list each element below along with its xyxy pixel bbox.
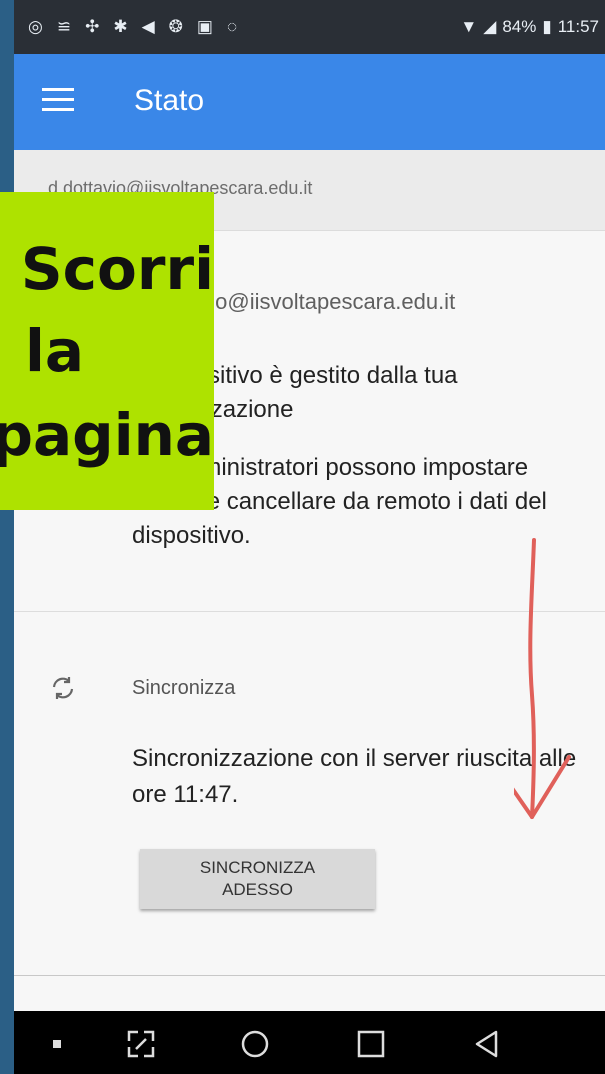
back-icon[interactable]: [472, 1029, 502, 1059]
gallery-icon: ▣: [196, 17, 213, 36]
sync-button-label-line1: SINCRONIZZA: [199, 858, 316, 877]
scroll-hint-overlay: Scorri la pagina: [0, 192, 214, 510]
sync-button-label-line2: ADESSO: [222, 880, 293, 899]
page-title: Stato: [134, 84, 205, 117]
telegram-icon: ◀: [141, 17, 155, 36]
screenshot-icon[interactable]: [126, 1029, 156, 1059]
status-bar: ◎ ≌ ✣ ✱ ◀ ❂ ▣ ◌ ▼ ◢ 84% ▮ 11:57: [14, 0, 605, 54]
clock: 11:57: [557, 17, 599, 36]
app-icon: ◌: [226, 17, 238, 36]
overlay-text-line2: la: [24, 317, 84, 385]
signal-icon: ◢: [483, 17, 497, 36]
menu-icon[interactable]: [42, 88, 74, 114]
home-icon[interactable]: [240, 1029, 270, 1059]
notification-icons: ◎ ≌ ✣ ✱ ◀ ❂ ▣ ◌: [28, 17, 237, 37]
divider: [14, 975, 605, 976]
sync-icon: [52, 677, 74, 699]
app-icon: ❂: [168, 17, 183, 36]
overlay-text-line1: Scorri: [20, 235, 214, 303]
system-status: ▼ ◢ 84% ▮ 11:57: [460, 17, 599, 37]
wifi-icon: ▼: [460, 17, 478, 36]
sync-heading: Sincronizza: [132, 677, 236, 699]
whatsapp-icon: ◎: [28, 17, 43, 36]
navigation-bar: [14, 1011, 605, 1074]
app-icon: ✣: [85, 17, 100, 36]
phone-screen: ◎ ≌ ✣ ✱ ◀ ❂ ▣ ◌ ▼ ◢ 84% ▮ 11:57 Stato d.…: [14, 0, 605, 1074]
scroll-down-arrow-annotation: [514, 538, 571, 819]
messages-icon: ≌: [56, 17, 72, 36]
sync-now-button[interactable]: SINCRONIZZA ADESSO: [140, 849, 375, 909]
overlay-text-line3: pagina: [0, 401, 214, 469]
dot-icon[interactable]: [52, 1039, 62, 1049]
app-icon: ✱: [113, 17, 128, 36]
recents-icon[interactable]: [356, 1029, 386, 1059]
battery-icon: ▮: [542, 17, 552, 36]
app-bar: Stato: [14, 54, 605, 150]
battery-percent: 84%: [502, 17, 537, 36]
